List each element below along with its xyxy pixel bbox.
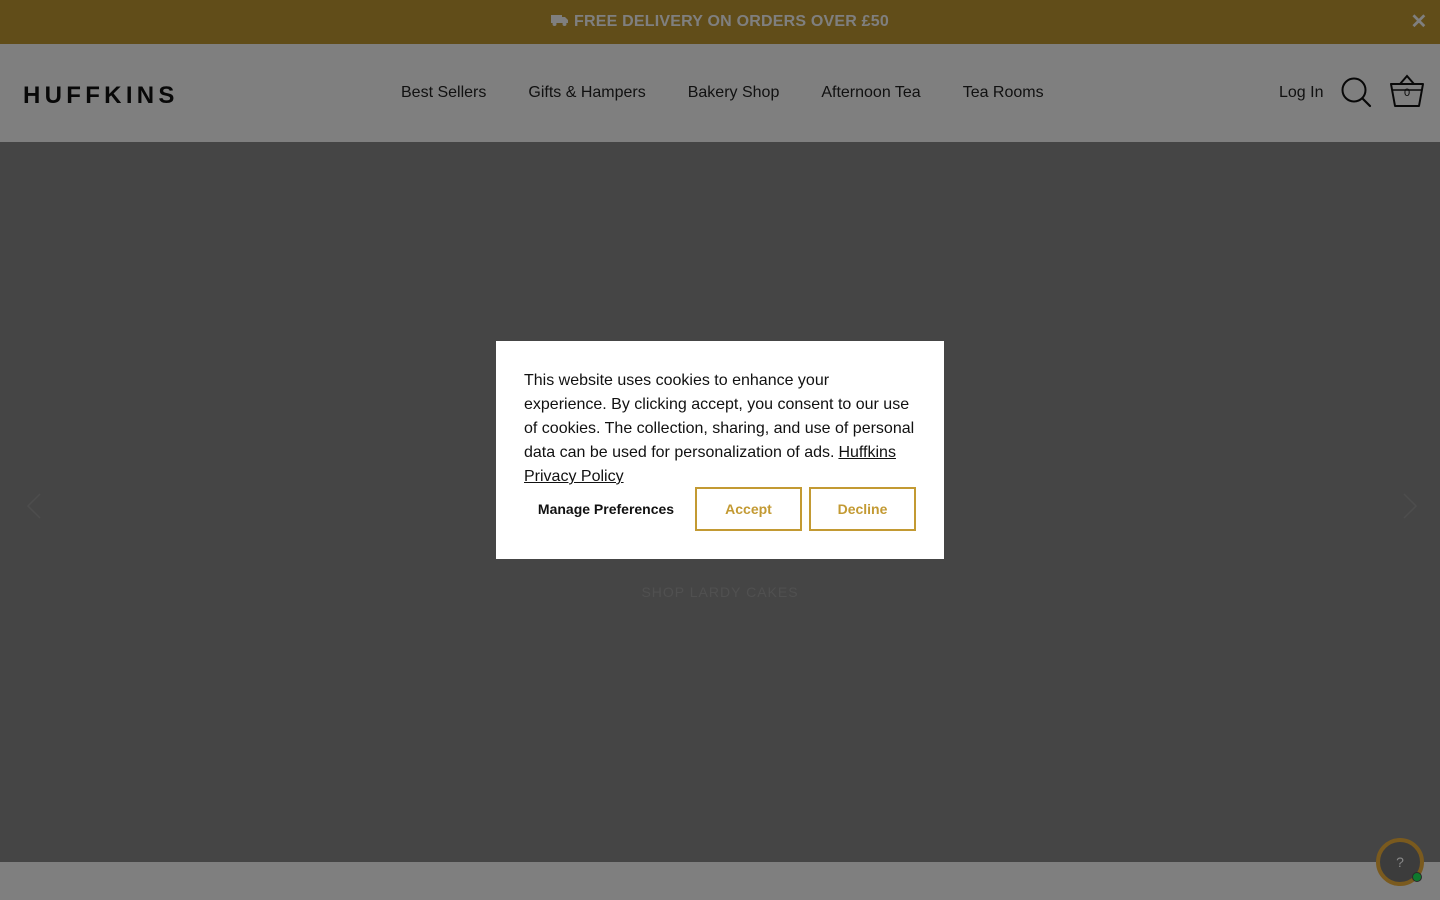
cookie-actions: Manage Preferences Accept Decline — [524, 487, 916, 531]
help-chat-button[interactable]: ? — [1376, 838, 1424, 886]
manage-preferences-button[interactable]: Manage Preferences — [524, 487, 688, 531]
online-status-dot — [1412, 872, 1422, 882]
accept-button[interactable]: Accept — [695, 487, 802, 531]
cookie-message: This website uses cookies to enhance you… — [524, 369, 916, 489]
decline-button[interactable]: Decline — [809, 487, 916, 531]
cookie-consent-dialog: This website uses cookies to enhance you… — [496, 341, 944, 559]
help-icon: ? — [1396, 854, 1404, 870]
